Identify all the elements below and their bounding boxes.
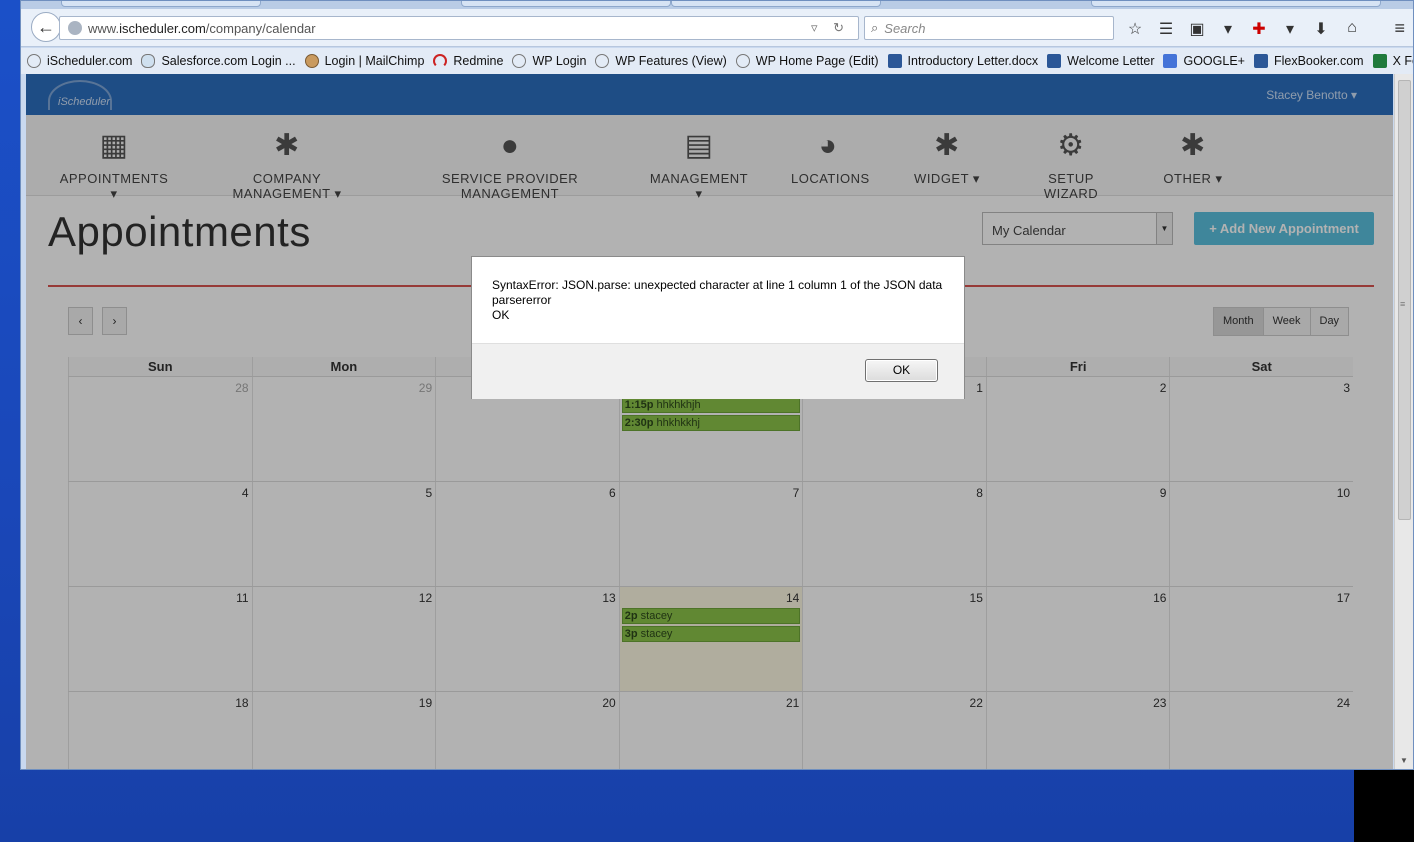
tab[interactable]	[1091, 1, 1381, 7]
bookmark-item[interactable]: GOOGLE+	[1163, 54, 1245, 68]
google-icon	[1163, 54, 1178, 68]
bookmark-item[interactable]: WP Features (View)	[595, 54, 727, 68]
alert-line: SyntaxError: JSON.parse: unexpected char…	[492, 278, 943, 292]
bookmark-label: Introductory Letter.docx	[907, 54, 1039, 68]
modal-overlay	[26, 74, 1393, 769]
home-icon[interactable]: ⌂	[1343, 19, 1361, 39]
toolbar-icons: ☆ ☰ ▣ ▾ ✚ ▾ ⬇ ⌂	[1126, 19, 1361, 39]
mailchimp-icon	[304, 54, 319, 68]
grip-icon: ≡	[1400, 299, 1406, 309]
alert-line: parsererror	[492, 293, 552, 307]
alert-footer: OK	[472, 343, 964, 399]
bookmark-label: WP Home Page (Edit)	[755, 54, 879, 68]
scroll-down-icon[interactable]: ▼	[1400, 756, 1408, 765]
bookmarks-bar: iScheduler.com Salesforce.com Login ... …	[21, 48, 1413, 74]
reading-list-icon[interactable]: ☰	[1157, 19, 1175, 39]
search-icon: ⌕	[871, 20, 879, 35]
bookmark-star-icon[interactable]: ☆	[1126, 19, 1144, 39]
bookmark-item[interactable]: Salesforce.com Login ...	[141, 54, 296, 68]
bookmark-label: WP Login	[532, 54, 587, 68]
word-icon	[1047, 54, 1062, 68]
bookmark-label: iScheduler.com	[47, 54, 133, 68]
word-icon	[887, 54, 902, 68]
tab-strip	[21, 1, 1413, 9]
bookmark-item[interactable]: FlexBooker.com	[1253, 54, 1364, 68]
alert-message: SyntaxError: JSON.parse: unexpected char…	[492, 278, 942, 323]
clock-icon	[512, 54, 527, 68]
alert-dialog: SyntaxError: JSON.parse: unexpected char…	[471, 256, 965, 399]
bookmark-label: Login | MailChimp	[324, 54, 425, 68]
site-info-icon[interactable]	[68, 21, 82, 35]
desktop-corner	[1354, 770, 1414, 842]
redmine-icon	[433, 54, 448, 68]
clock-icon	[595, 54, 610, 68]
addon-icon[interactable]: ✚	[1250, 19, 1268, 39]
bookmark-item[interactable]: Welcome Letter	[1047, 54, 1154, 68]
bookmark-label: X FeatureList	[1392, 54, 1413, 68]
dropdown-icon[interactable]: ▾	[1281, 19, 1299, 39]
tab[interactable]	[61, 1, 261, 7]
ok-button[interactable]: OK	[865, 359, 938, 382]
menu-icon[interactable]: ≡	[1394, 18, 1405, 39]
dropdown-icon[interactable]: ▾	[1219, 19, 1237, 39]
bookmark-label: GOOGLE+	[1183, 54, 1245, 68]
alert-line: OK	[492, 308, 510, 322]
bookmark-item[interactable]: Redmine	[433, 54, 503, 68]
cloud-icon	[141, 54, 156, 68]
back-button[interactable]: ←	[31, 12, 61, 42]
tab[interactable]	[671, 1, 881, 7]
clock-icon	[27, 54, 41, 68]
tab[interactable]	[461, 1, 671, 7]
bookmark-item[interactable]: WP Login	[512, 54, 586, 68]
bookmark-label: Salesforce.com Login ...	[161, 54, 296, 68]
bookmark-label: WP Features (View)	[615, 54, 727, 68]
bookmark-item[interactable]: Login | MailChimp	[304, 54, 425, 68]
bookmark-item[interactable]: iScheduler.com	[27, 54, 132, 68]
bookmark-label: Redmine	[453, 54, 504, 68]
bookmark-item[interactable]: WP Home Page (Edit)	[735, 54, 879, 68]
save-icon[interactable]: ▣	[1188, 19, 1206, 39]
download-icon[interactable]: ⬇	[1312, 19, 1330, 39]
navigation-toolbar: ← www.ischeduler.com/company/calendar ▿ …	[21, 9, 1413, 47]
page-scrollbar[interactable]: ≡ ▼	[1394, 74, 1413, 769]
reload-icon[interactable]: ▿ ↻	[811, 20, 850, 36]
bookmark-item[interactable]: Introductory Letter.docx	[887, 54, 1039, 68]
bookmark-label: FlexBooker.com	[1273, 54, 1364, 68]
bookmark-label: Welcome Letter	[1067, 54, 1155, 68]
clock-icon	[735, 54, 750, 68]
bookmark-item[interactable]: X FeatureList	[1372, 54, 1413, 68]
search-placeholder: Search	[884, 20, 926, 36]
url-bar[interactable]: www.ischeduler.com/company/calendar ▿ ↻	[59, 16, 859, 40]
flexbooker-icon	[1253, 54, 1268, 68]
excel-icon	[1372, 54, 1387, 68]
url-text: www.ischeduler.com/company/calendar	[88, 20, 316, 36]
search-input[interactable]: ⌕ Search	[864, 16, 1114, 40]
back-arrow-icon: ←	[37, 16, 55, 37]
